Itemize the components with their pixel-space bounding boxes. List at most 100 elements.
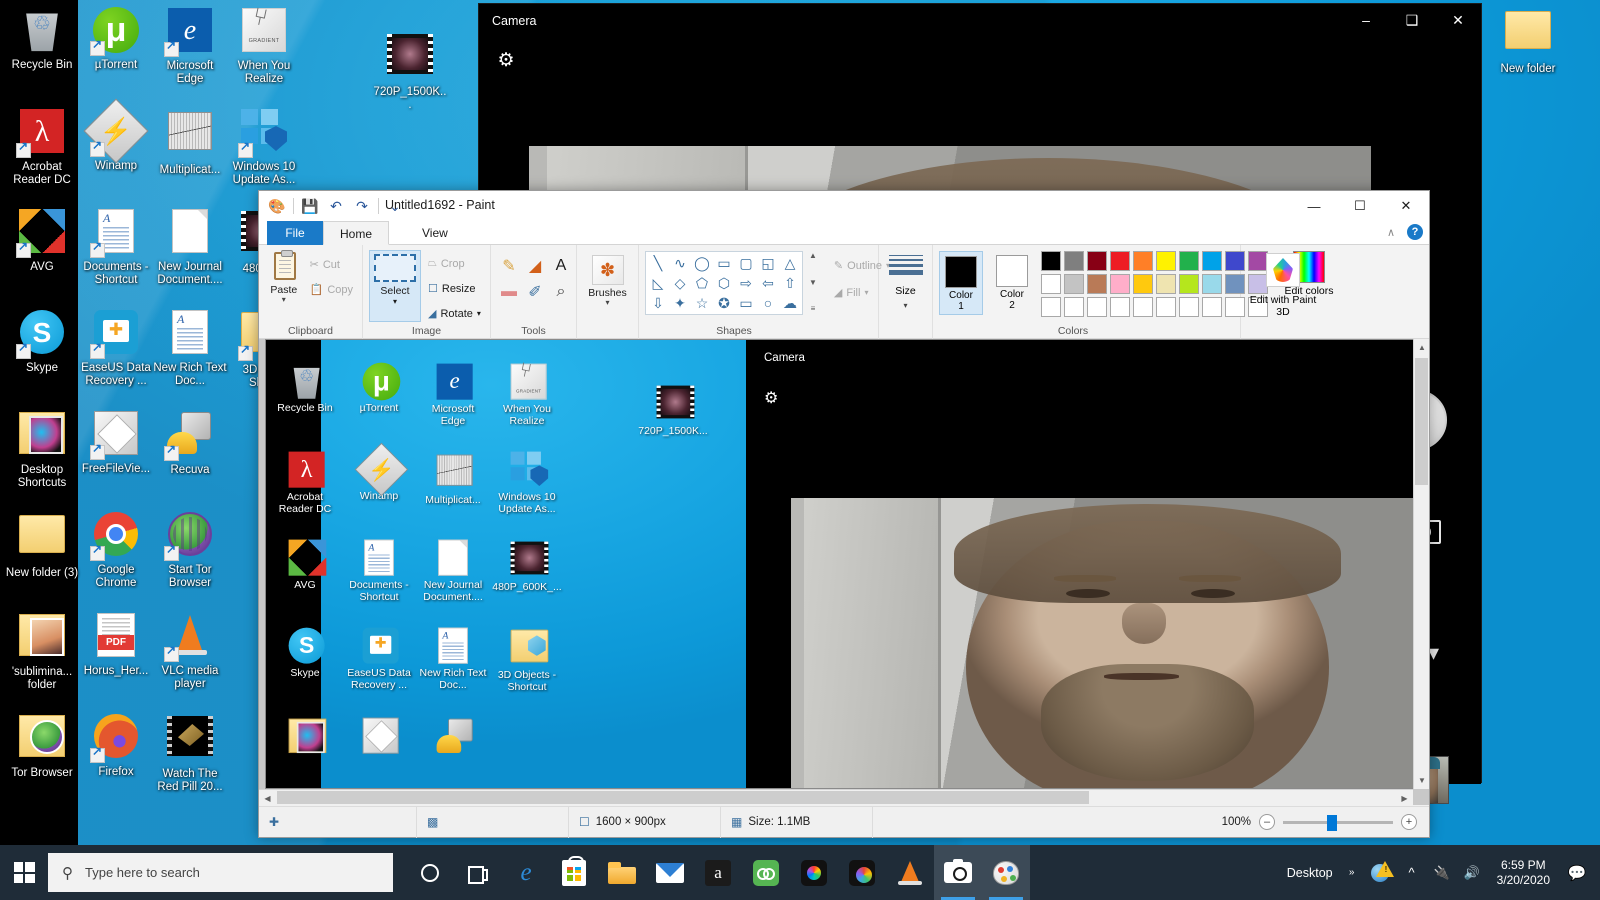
paste-dropdown-arrow[interactable]: ▾ [282,295,286,304]
color-swatch-r2-c6[interactable] [1156,274,1176,294]
brushes-button[interactable]: ✽ Brushes ▾ [583,253,632,307]
taskbar-button-paint-app[interactable] [982,845,1030,900]
desktop-icon-recycle-bin[interactable]: Recycle Bin [4,6,80,72]
desktop-icon-new-journal-document[interactable]: New Journal Document.... [152,207,228,287]
paint-3d-icon[interactable] [1266,253,1300,287]
fill-with-color-tool[interactable]: ◢ [523,254,547,278]
color-swatch-r3-c3[interactable] [1087,297,1107,317]
taskbar-button-microsoft-store[interactable] [550,845,598,900]
color-swatch-r1-c8[interactable] [1202,251,1222,271]
shape-item-18[interactable]: ▭ [735,293,757,313]
color-swatch-r1-c7[interactable] [1179,251,1199,271]
shape-item-4[interactable]: ▢ [735,253,757,273]
scroll-down-icon[interactable]: ▼ [1414,772,1430,789]
taskbar-button-photo-app[interactable] [838,845,886,900]
shapes-gallery-expand-icon[interactable]: ≡ [811,304,816,313]
color-2-swatch[interactable] [996,255,1028,287]
redo-icon[interactable]: ↷ [352,196,372,216]
paint-minimize-button[interactable]: — [1291,191,1337,221]
shape-item-7[interactable]: ◺ [647,273,669,293]
desktop-icon-multiplicat[interactable]: Multiplicat... [152,107,228,177]
taskbar-button-tripadvisor[interactable] [742,845,790,900]
taskbar-button-mail[interactable] [646,845,694,900]
tab-home[interactable]: Home [323,221,390,245]
desktop-icon-easeus-data-recovery[interactable]: EaseUS Data Recovery ... [78,308,154,388]
color-swatch-r2-c3[interactable] [1087,274,1107,294]
camera-titlebar[interactable]: Camera – ❑ ✕ [479,4,1481,38]
desktop-icon-sublimina-folder[interactable]: 'sublimina... folder [4,611,80,692]
desktop-icon-windows-10-update-as[interactable]: Windows 10 Update As... [226,107,302,187]
desktop-icon-documents-shortcut[interactable]: Documents - Shortcut [78,207,154,287]
pencil-tool[interactable]: ✎ [497,254,521,278]
shape-item-12[interactable]: ⇦ [757,273,779,293]
camera-close-button[interactable]: ✕ [1435,4,1481,36]
color-swatch-r3-c1[interactable] [1041,297,1061,317]
shapes-gallery-scroll[interactable]: ▲ ▼ ≡ [809,251,817,313]
shape-item-16[interactable]: ☆ [691,293,713,313]
shapes-scroll-up-icon[interactable]: ▲ [809,251,817,260]
resize-button[interactable]: ☐ Resize [425,278,484,299]
canvas-horizontal-scrollbar[interactable]: ◀ ▶ [259,789,1413,805]
shape-item-0[interactable]: ╲ [647,253,669,273]
shape-item-9[interactable]: ⬠ [691,273,713,293]
color-palette[interactable] [1041,251,1270,319]
collapse-ribbon-icon[interactable]: ∧ [1387,226,1395,239]
color-swatch-r2-c1[interactable] [1041,274,1061,294]
search-input[interactable]: ⚲ Type here to search [48,853,393,892]
tray-overflow-icon[interactable]: » [1337,845,1367,900]
desktop-icon-skype[interactable]: Skype [4,308,80,375]
desktop-icon-winamp[interactable]: Winamp [78,98,154,173]
paint-maximize-button[interactable]: ☐ [1337,191,1383,221]
settings-gear-icon[interactable]: ⚙ [494,48,518,72]
scroll-up-icon[interactable]: ▲ [1414,339,1430,356]
desktop-icon-desktop-shortcuts[interactable]: Desktop Shortcuts [4,409,80,490]
paint-close-button[interactable]: ✕ [1383,191,1429,221]
shape-item-14[interactable]: ⇩ [647,293,669,313]
color-swatch-r2-c7[interactable] [1179,274,1199,294]
taskbar-button-media-app[interactable] [790,845,838,900]
desktop-icon-tor-browser[interactable]: Tor Browser [4,712,80,780]
scroll-right-icon[interactable]: ▶ [1396,790,1413,806]
shape-item-20[interactable]: ☁ [779,293,801,313]
color-swatch-r1-c3[interactable] [1087,251,1107,271]
taskbar-button-camera-app[interactable] [934,845,982,900]
color-swatch-r3-c5[interactable] [1133,297,1153,317]
taskbar-button-task-view[interactable] [454,845,502,900]
shape-item-1[interactable]: ∿ [669,253,691,273]
size-dropdown-arrow[interactable]: ▾ [903,301,907,310]
paint-canvas[interactable]: Camera ⚙ ♲ Recycle Bin λ Acrobat Reader … [265,339,1415,789]
zoom-out-button[interactable]: – [1259,814,1275,830]
crop-button[interactable]: ⏢ Crop [425,253,484,274]
zoom-slider-track[interactable] [1283,814,1393,831]
color-swatch-r1-c4[interactable] [1110,251,1130,271]
shape-item-6[interactable]: △ [779,253,801,273]
fill-dropdown-arrow[interactable]: ▾ [864,288,868,297]
copy-button[interactable]: 📋 Copy [307,279,356,300]
tab-file[interactable]: File [267,221,323,245]
canvas-vertical-scrollbar[interactable]: ▲ ▼ [1413,339,1429,789]
paste-button[interactable]: Paste ▾ [265,250,303,304]
color-swatch-r3-c4[interactable] [1110,297,1130,317]
select-dropdown-arrow[interactable]: ▾ [393,297,397,306]
desktop-icon-freefilevie[interactable]: FreeFileVie... [78,409,154,476]
paint-titlebar[interactable]: 🎨 💾 ↶ ↷ ⌄ Untitled1692 - Paint — ☐ ✕ [259,191,1429,221]
taskbar-button-amazon[interactable]: a [694,845,742,900]
shape-item-19[interactable]: ○ [757,293,779,313]
paint-window[interactable]: 🎨 💾 ↶ ↷ ⌄ Untitled1692 - Paint — ☐ ✕ File Ho… [258,190,1430,838]
desktop-icon-avg[interactable]: AVG [4,207,80,274]
desktop-icon-new-folder-3[interactable]: New folder (3) [4,510,80,580]
shape-item-13[interactable]: ⇧ [779,273,801,293]
color-swatch-r3-c6[interactable] [1156,297,1176,317]
help-icon[interactable]: ? [1407,224,1423,240]
color-1-swatch[interactable] [945,256,977,288]
vertical-scroll-thumb[interactable] [1415,358,1428,485]
cut-button[interactable]: ✂ Cut [307,254,356,275]
desktop-icon-720p-1500k[interactable]: 720P_1500K... [372,30,448,112]
horizontal-scroll-thumb[interactable] [277,791,1089,804]
show-desktop-label[interactable]: Desktop [1283,866,1337,880]
action-center-icon[interactable]: 💬 [1560,845,1594,900]
rotate-button[interactable]: ◢ Rotate ▾ [425,303,484,324]
taskbar-clock[interactable]: 6:59 PM 3/20/2020 [1487,858,1560,888]
color-swatch-r2-c8[interactable] [1202,274,1222,294]
color-picker-tool[interactable]: ✐ [523,280,547,304]
